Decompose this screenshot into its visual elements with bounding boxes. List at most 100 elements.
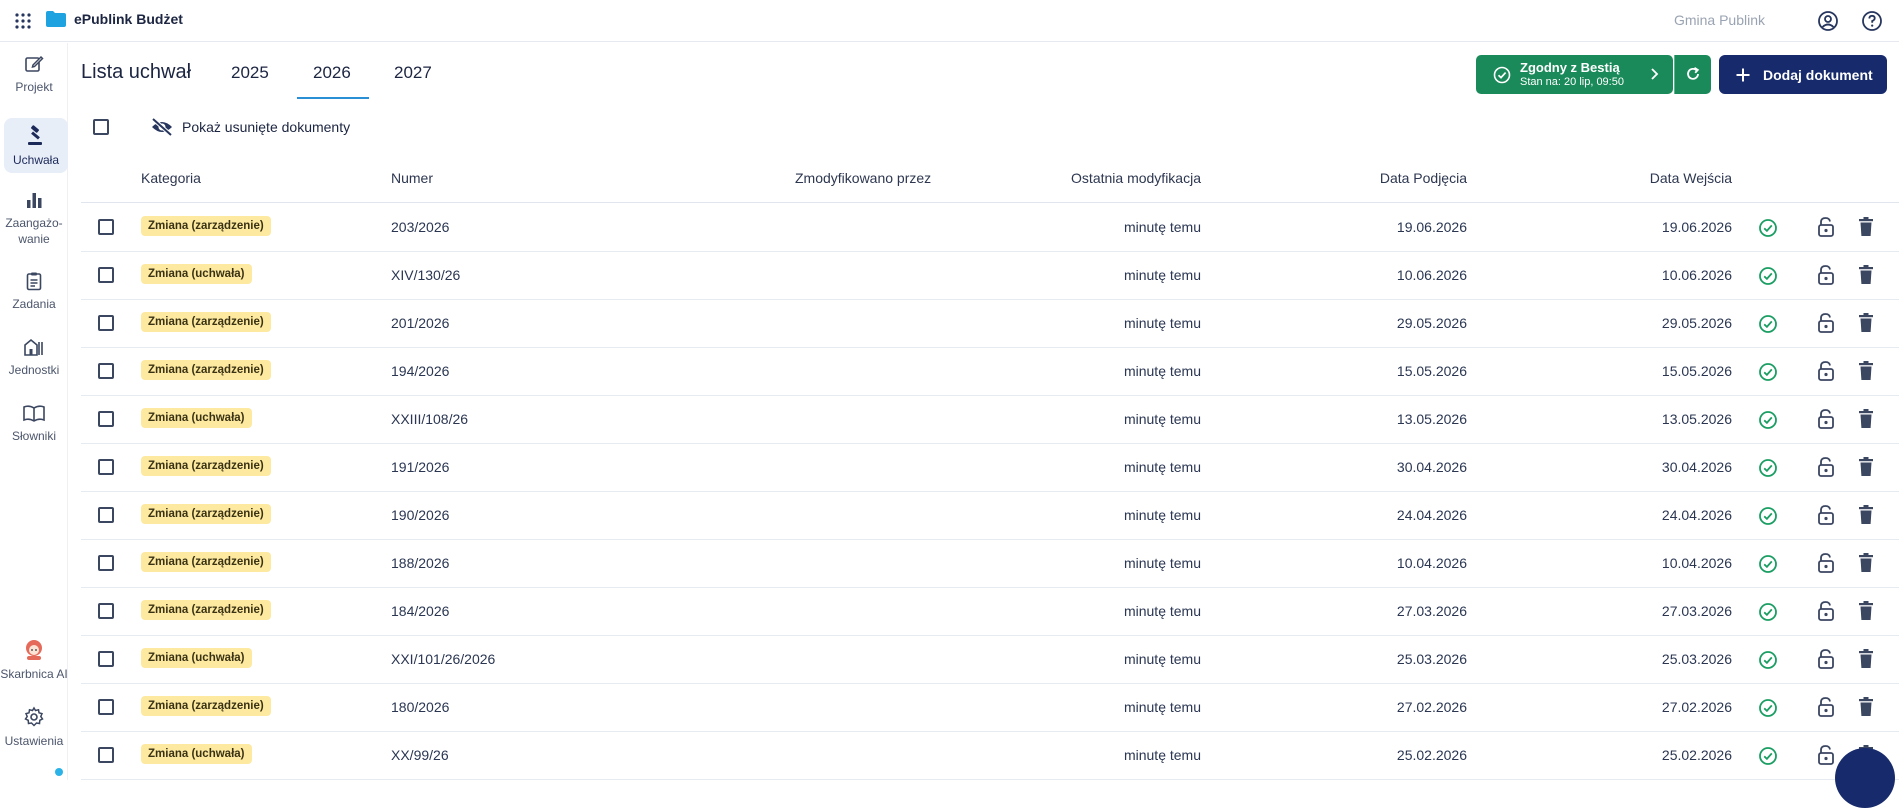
sidebar-item-uchwala[interactable]: Uchwała	[4, 118, 68, 173]
row-checkbox[interactable]	[98, 459, 114, 475]
unlock-icon[interactable]	[1817, 744, 1835, 766]
row-checkbox[interactable]	[98, 555, 114, 571]
trash-icon[interactable]	[1858, 409, 1874, 429]
column-header-date-adopted[interactable]: Data Podjęcia	[1281, 170, 1467, 186]
row-number[interactable]: XX/99/26	[391, 747, 449, 763]
unlock-icon[interactable]	[1817, 504, 1835, 526]
table-row[interactable]: Zmiana (zarządzenie) 194/2026 minutę tem…	[81, 348, 1899, 396]
table-row[interactable]: Zmiana (zarządzenie) 180/2026 minutę tem…	[81, 684, 1899, 732]
unlock-icon[interactable]	[1817, 456, 1835, 478]
table-row[interactable]: Zmiana (uchwała) XXIII/108/26 minutę tem…	[81, 396, 1899, 444]
unlock-icon[interactable]	[1817, 648, 1835, 670]
sidebar-item-projekt[interactable]: Projekt	[0, 54, 68, 98]
table-row[interactable]: Zmiana (uchwała) XXI/101/26/2026 minutę …	[81, 636, 1899, 684]
row-number[interactable]: 191/2026	[391, 459, 449, 475]
row-number[interactable]: XIV/130/26	[391, 267, 460, 283]
unlock-icon[interactable]	[1817, 696, 1835, 718]
help-icon[interactable]	[1861, 10, 1883, 32]
row-number[interactable]: 180/2026	[391, 699, 449, 715]
row-number[interactable]: XXIII/108/26	[391, 411, 468, 427]
unlock-icon[interactable]	[1817, 408, 1835, 430]
table-row[interactable]: Zmiana (zarządzenie) 201/2026 minutę tem…	[81, 300, 1899, 348]
sidebar-item-slowniki[interactable]: Słowniki	[0, 403, 68, 447]
trash-icon[interactable]	[1858, 217, 1874, 237]
tab-2027[interactable]: 2027	[394, 63, 432, 83]
trash-icon[interactable]	[1858, 361, 1874, 381]
row-last-modified: minutę temu	[1123, 363, 1201, 379]
row-number[interactable]: 190/2026	[391, 507, 449, 523]
trash-icon[interactable]	[1858, 457, 1874, 477]
trash-icon[interactable]	[1858, 649, 1874, 669]
row-number[interactable]: 184/2026	[391, 603, 449, 619]
tab-2025[interactable]: 2025	[231, 63, 269, 83]
sidebar-item-label: Zaangażo-	[5, 216, 63, 230]
unlock-icon[interactable]	[1817, 264, 1835, 286]
column-header-modified-by[interactable]: Zmodyfikowano przez	[795, 170, 931, 186]
organization-name[interactable]: Gmina Publink	[1674, 12, 1765, 28]
table-row[interactable]: Zmiana (zarządzenie) 191/2026 minutę tem…	[81, 444, 1899, 492]
category-badge: Zmiana (uchwała)	[141, 264, 252, 284]
category-badge: Zmiana (zarządzenie)	[141, 312, 271, 332]
row-checkbox[interactable]	[98, 363, 114, 379]
row-date-effective: 27.02.2026	[1661, 699, 1732, 715]
status-title: Zgodny z Bestią	[1520, 60, 1620, 75]
table-row[interactable]: Zmiana (zarządzenie) 188/2026 minutę tem…	[81, 540, 1899, 588]
sidebar-item-zadania[interactable]: Zadania	[0, 271, 68, 315]
sidebar-item-jednostki[interactable]: Jednostki	[0, 337, 68, 381]
select-all-checkbox[interactable]	[93, 119, 109, 135]
row-checkbox[interactable]	[98, 315, 114, 331]
row-checkbox[interactable]	[98, 219, 114, 235]
unlock-icon[interactable]	[1817, 216, 1835, 238]
chat-fab-button[interactable]	[1835, 748, 1895, 808]
category-badge: Zmiana (zarządzenie)	[141, 600, 271, 620]
column-header-date-effective[interactable]: Data Wejścia	[1541, 170, 1732, 186]
table-header: Kategoria Numer Zmodyfikowano przez Osta…	[81, 160, 1899, 203]
sidebar-item-ustawienia[interactable]: Ustawienia	[0, 706, 68, 752]
row-checkbox[interactable]	[98, 411, 114, 427]
unlock-icon[interactable]	[1817, 312, 1835, 334]
sync-status-button[interactable]: Zgodny z Bestią Stan na: 20 lip, 09:50	[1476, 55, 1673, 94]
row-checkbox[interactable]	[98, 507, 114, 523]
row-date-adopted: 25.02.2026	[1396, 747, 1467, 763]
trash-icon[interactable]	[1858, 553, 1874, 573]
table-row[interactable]: Zmiana (zarządzenie) 190/2026 minutę tem…	[81, 492, 1899, 540]
show-deleted-toggle[interactable]: Pokaż usunięte dokumenty	[150, 117, 350, 137]
tab-2026[interactable]: 2026	[313, 63, 351, 83]
column-header-last-modified[interactable]: Ostatnia modyfikacja	[981, 170, 1201, 186]
row-checkbox[interactable]	[98, 699, 114, 715]
row-last-modified: minutę temu	[1123, 267, 1201, 283]
sidebar-item-zaangazowanie[interactable]: Zaangażo- wanie	[0, 190, 68, 248]
row-number[interactable]: 194/2026	[391, 363, 449, 379]
trash-icon[interactable]	[1858, 505, 1874, 525]
notification-dot	[55, 768, 63, 776]
column-header-numer[interactable]: Numer	[391, 170, 433, 186]
row-number[interactable]: 203/2026	[391, 219, 449, 235]
trash-icon[interactable]	[1858, 313, 1874, 333]
row-number[interactable]: 188/2026	[391, 555, 449, 571]
unlock-icon[interactable]	[1817, 600, 1835, 622]
table-row[interactable]: Zmiana (uchwała) XX/99/26 minutę temu 25…	[81, 732, 1899, 780]
table-row[interactable]: Zmiana (zarządzenie) 203/2026 minutę tem…	[81, 204, 1899, 252]
row-number[interactable]: 201/2026	[391, 315, 449, 331]
app-brand[interactable]: ePublink Budżet	[46, 11, 183, 27]
row-checkbox[interactable]	[98, 747, 114, 763]
table-row[interactable]: Zmiana (uchwała) XIV/130/26 minutę temu …	[81, 252, 1899, 300]
apps-grid-icon[interactable]	[14, 12, 32, 30]
row-number[interactable]: XXI/101/26/2026	[391, 651, 495, 667]
user-account-icon[interactable]	[1817, 10, 1839, 32]
sidebar-item-skarbnica-ai[interactable]: Skarbnica AI	[0, 639, 68, 685]
add-document-button[interactable]: Dodaj dokument	[1719, 55, 1887, 94]
refresh-button[interactable]	[1675, 55, 1711, 94]
trash-icon[interactable]	[1858, 697, 1874, 717]
table-row[interactable]: Zmiana (zarządzenie) 184/2026 minutę tem…	[81, 588, 1899, 636]
unlock-icon[interactable]	[1817, 360, 1835, 382]
column-header-kategoria[interactable]: Kategoria	[141, 170, 201, 186]
category-badge: Zmiana (zarządzenie)	[141, 552, 271, 572]
valid-check-icon	[1759, 603, 1777, 621]
trash-icon[interactable]	[1858, 601, 1874, 621]
trash-icon[interactable]	[1858, 265, 1874, 285]
unlock-icon[interactable]	[1817, 552, 1835, 574]
row-checkbox[interactable]	[98, 603, 114, 619]
row-checkbox[interactable]	[98, 651, 114, 667]
row-checkbox[interactable]	[98, 267, 114, 283]
